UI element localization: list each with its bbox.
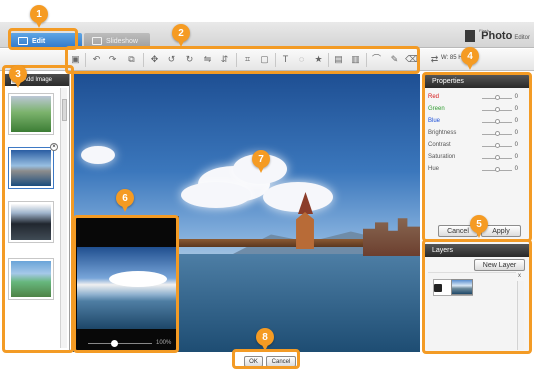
callout-8: 8 (256, 328, 274, 351)
cloud-shape (263, 182, 333, 212)
callout-4: 4 (461, 47, 479, 70)
brand-logo: Flash Photo Editor (465, 26, 530, 46)
brand-small-text: Flash (479, 28, 489, 33)
callout-outline-6 (73, 215, 179, 353)
callout-1: 1 (30, 5, 48, 28)
callout-outline-5 (422, 239, 532, 354)
callout-outline-8 (232, 349, 300, 369)
callout-outline-3 (2, 65, 74, 353)
callout-7: 7 (252, 150, 270, 173)
callout-outline-2 (65, 46, 420, 74)
callout-2: 2 (172, 24, 190, 47)
brand-suffix: Editor (514, 35, 530, 41)
brand-mark-icon (465, 30, 476, 42)
cloud-shape (181, 182, 251, 208)
slideshow-tab-icon (92, 37, 102, 45)
callout-6: 6 (116, 189, 134, 212)
photo-editor-app: Edit Slideshow Flash Photo Editor ▣ ↶ ↷ … (0, 0, 534, 372)
cloud-shape (81, 146, 115, 164)
aspect-icon[interactable]: ⇄ (429, 54, 440, 65)
callout-3: 3 (9, 65, 27, 88)
callout-5: 5 (470, 215, 488, 238)
tab-slideshow-label: Slideshow (106, 37, 138, 45)
